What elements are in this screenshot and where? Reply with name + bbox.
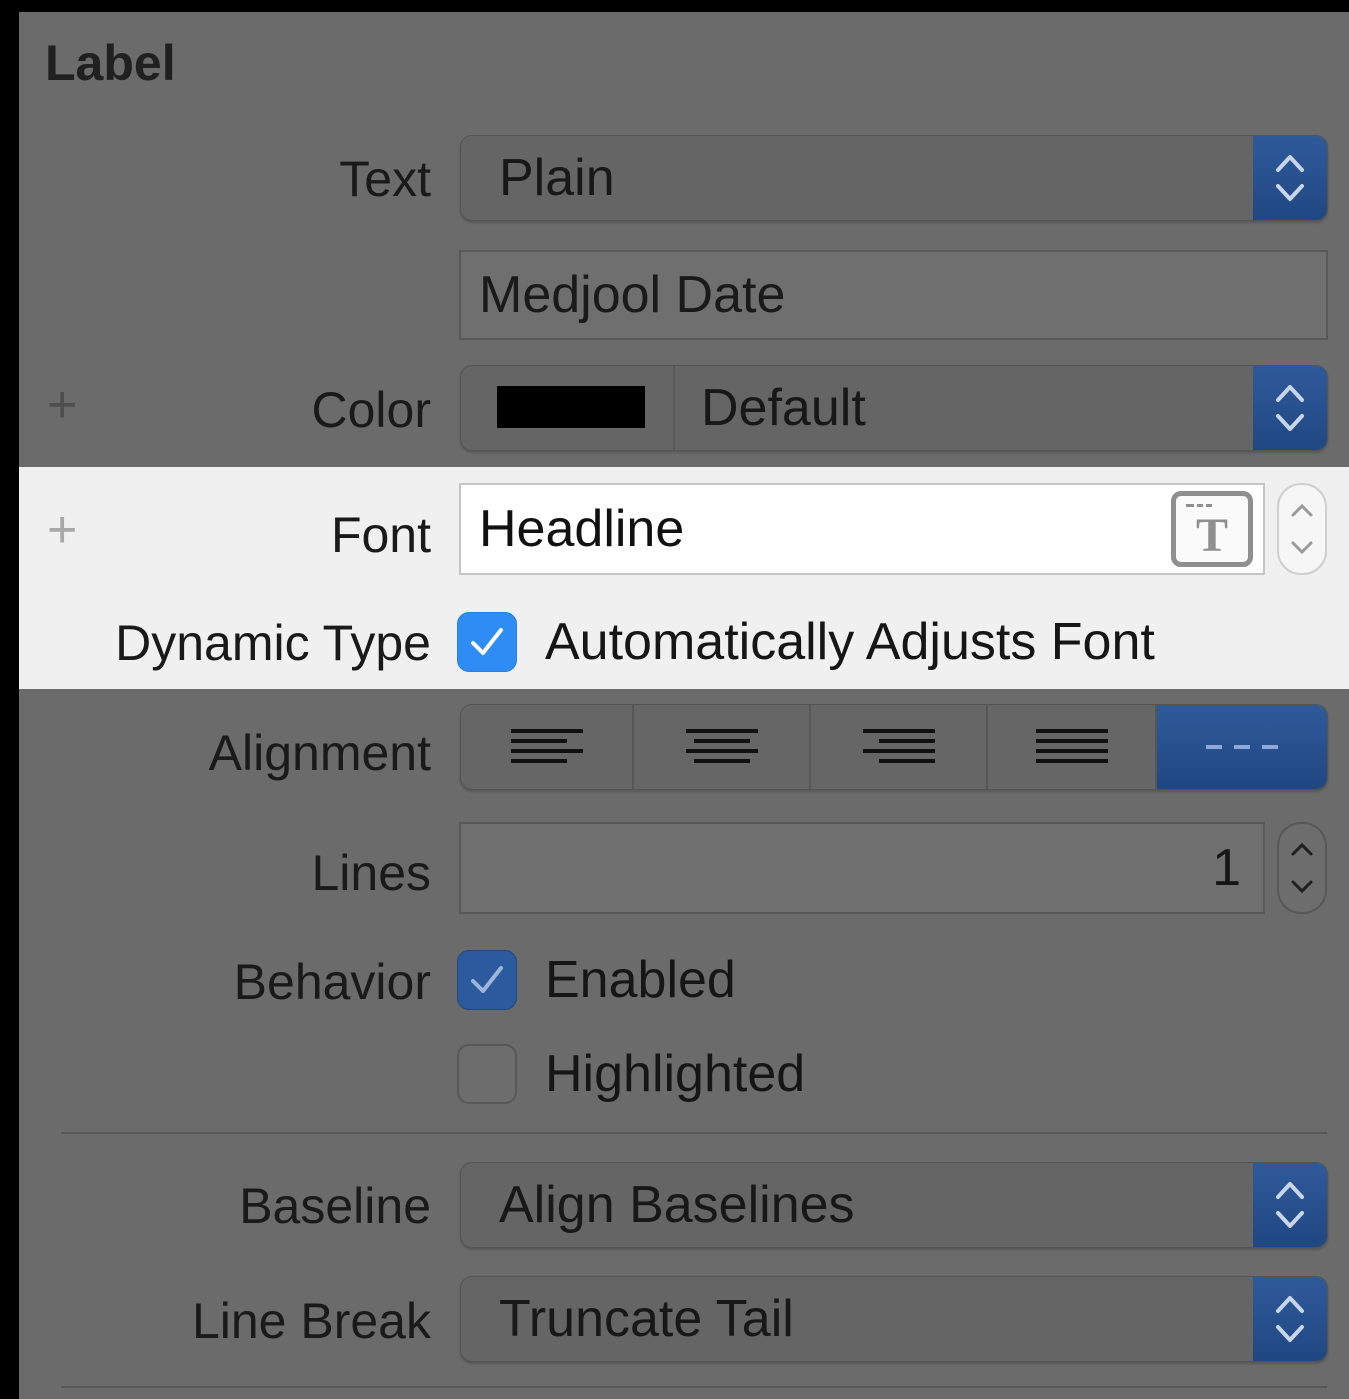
popup-arrows-icon: [1253, 366, 1327, 450]
section-divider: [61, 1386, 1327, 1388]
highlighted-checkbox-label[interactable]: Highlighted: [545, 1048, 805, 1100]
color-label: Color: [311, 382, 431, 438]
chevron-down-icon[interactable]: [1289, 878, 1315, 896]
dynamic-type-checkbox[interactable]: [457, 612, 517, 672]
highlighted-checkbox[interactable]: [457, 1044, 517, 1104]
baseline-value: Align Baselines: [499, 1176, 855, 1234]
line-break-popup[interactable]: Truncate Tail: [460, 1276, 1328, 1362]
popup-arrows-icon: [1253, 1277, 1327, 1361]
section-title: Label: [45, 35, 176, 91]
popup-arrows-icon: [1253, 136, 1327, 220]
center-align-icon[interactable]: [634, 705, 811, 789]
alignment-segmented-control[interactable]: [460, 704, 1328, 790]
natural-align-icon[interactable]: [1157, 705, 1327, 789]
lines-stepper[interactable]: [1277, 822, 1327, 914]
font-size-stepper[interactable]: [1277, 483, 1327, 575]
attributes-inspector-panel: Label Text Plain Medjool Date + Color De…: [19, 12, 1349, 1399]
color-value: Default: [701, 379, 866, 437]
lines-value: 1: [1212, 839, 1241, 897]
left-align-icon[interactable]: [461, 705, 634, 789]
plus-icon[interactable]: +: [47, 504, 77, 556]
behavior-label: Behavior: [233, 954, 431, 1010]
line-break-value: Truncate Tail: [499, 1290, 794, 1348]
plus-icon[interactable]: +: [47, 379, 77, 431]
right-align-icon[interactable]: [811, 705, 988, 789]
alignment-label: Alignment: [208, 725, 431, 781]
dynamic-type-checkbox-label[interactable]: Automatically Adjusts Font: [545, 616, 1155, 668]
chevron-up-icon[interactable]: [1289, 501, 1315, 519]
checkmark-icon: [471, 966, 503, 993]
color-popup[interactable]: Default: [460, 365, 1328, 451]
font-label: Font: [330, 507, 431, 563]
text-content-value: Medjool Date: [479, 266, 786, 324]
dynamic-type-label: Dynamic Type: [115, 615, 431, 671]
color-swatch[interactable]: [497, 386, 645, 428]
svg-text:T: T: [1196, 509, 1228, 557]
baseline-label: Baseline: [239, 1178, 431, 1234]
justify-icon[interactable]: [988, 705, 1157, 789]
color-popup-divider: [673, 366, 675, 450]
font-field[interactable]: Headline T: [459, 483, 1265, 575]
enabled-checkbox[interactable]: [457, 950, 517, 1010]
section-divider: [61, 1132, 1327, 1134]
text-type-popup[interactable]: Plain: [460, 135, 1328, 221]
checkmark-icon: [471, 628, 503, 655]
text-label: Text: [339, 151, 431, 207]
line-break-label: Line Break: [191, 1293, 431, 1349]
font-picker-icon[interactable]: T: [1171, 491, 1253, 567]
enabled-checkbox-label[interactable]: Enabled: [545, 954, 736, 1006]
chevron-up-icon[interactable]: [1289, 840, 1315, 858]
text-type-value: Plain: [499, 149, 615, 207]
chevron-down-icon[interactable]: [1289, 539, 1315, 557]
baseline-popup[interactable]: Align Baselines: [460, 1162, 1328, 1248]
lines-label: Lines: [311, 845, 431, 901]
font-value: Headline: [479, 500, 685, 558]
lines-field[interactable]: 1: [459, 822, 1265, 914]
popup-arrows-icon: [1253, 1163, 1327, 1247]
text-content-field[interactable]: Medjool Date: [459, 250, 1328, 340]
